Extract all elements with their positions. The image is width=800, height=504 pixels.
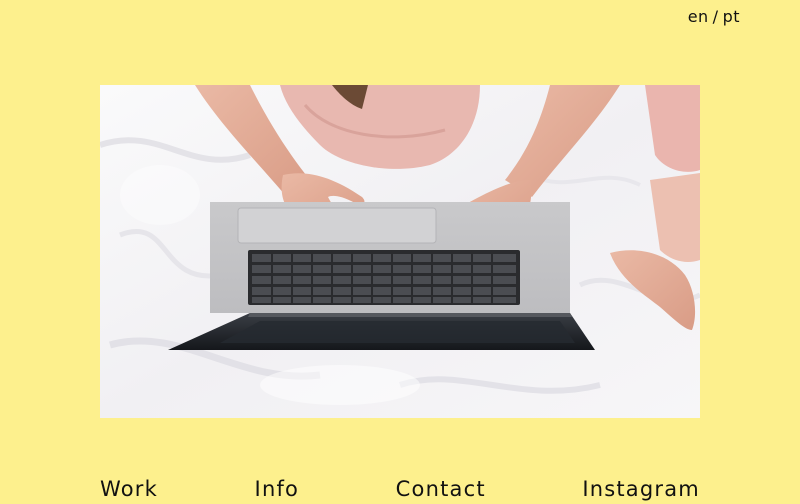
main-nav: Work Info Contact Instagram bbox=[100, 470, 700, 500]
nav-contact-link[interactable]: Contact bbox=[396, 479, 486, 500]
language-separator: / bbox=[712, 7, 719, 26]
hero-illustration bbox=[100, 85, 700, 418]
language-switch: en / pt bbox=[688, 7, 740, 26]
hero-image bbox=[100, 85, 700, 418]
nav-work-link[interactable]: Work bbox=[100, 479, 158, 500]
language-en-link[interactable]: en bbox=[688, 7, 709, 26]
language-pt-link[interactable]: pt bbox=[723, 7, 740, 26]
page: en / pt Work Info Contact Instagram bbox=[0, 0, 800, 504]
nav-info-link[interactable]: Info bbox=[255, 479, 300, 500]
nav-instagram-link[interactable]: Instagram bbox=[582, 479, 700, 500]
